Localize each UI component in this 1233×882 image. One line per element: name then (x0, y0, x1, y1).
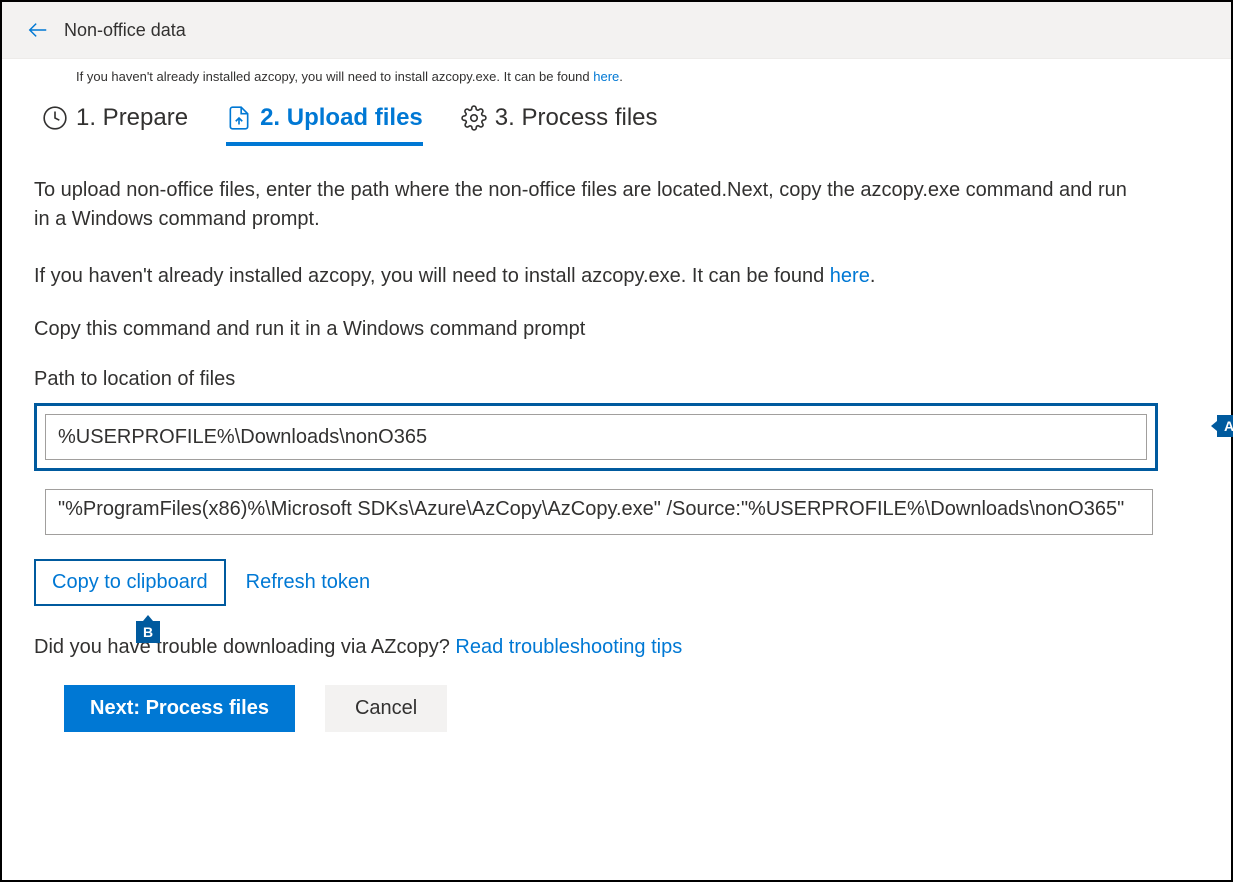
path-field-highlight (34, 403, 1158, 471)
wizard-footer: Next: Process files Cancel (34, 685, 1199, 732)
command-output[interactable]: "%ProgramFiles(x86)%\Microsoft SDKs\Azur… (45, 489, 1153, 535)
page-title: Non-office data (64, 20, 186, 41)
callout-a: A (1217, 415, 1233, 437)
tab-prepare[interactable]: 1. Prepare (42, 104, 188, 146)
trouble-before: Did you have trouble downloading via AZc… (34, 636, 455, 658)
copy-instruction: Copy this command and run it in a Window… (34, 315, 1199, 344)
cancel-button[interactable]: Cancel (325, 685, 447, 732)
path-label: Path to location of files (34, 368, 1199, 391)
path-field-wrap: A (34, 403, 1199, 471)
tab-prepare-label: 1. Prepare (76, 104, 188, 132)
path-input[interactable] (45, 414, 1147, 460)
troubleshoot-text: Did you have trouble downloading via AZc… (34, 636, 1199, 659)
wizard-tabs: 1. Prepare 2. Upload files 3. Process fi… (2, 92, 1231, 146)
callout-b: B (136, 621, 160, 643)
arrow-left-icon (27, 19, 49, 41)
banner-link[interactable]: here (593, 69, 619, 84)
banner-text-after: . (619, 69, 623, 84)
tab-upload[interactable]: 2. Upload files (226, 104, 423, 146)
install-text-after: . (870, 265, 876, 287)
install-text-before: If you haven't already installed azcopy,… (34, 265, 830, 287)
troubleshoot-link[interactable]: Read troubleshooting tips (455, 636, 682, 658)
page-header: Non-office data (2, 2, 1231, 59)
main-content: To upload non-office files, enter the pa… (2, 146, 1231, 732)
tab-upload-label: 2. Upload files (260, 104, 423, 132)
banner-text: If you haven't already installed azcopy,… (76, 69, 593, 84)
install-paragraph: If you haven't already installed azcopy,… (34, 262, 1199, 291)
back-button[interactable] (18, 10, 58, 50)
install-banner: If you haven't already installed azcopy,… (2, 59, 1231, 92)
next-button[interactable]: Next: Process files (64, 685, 295, 732)
refresh-token-button[interactable]: Refresh token (240, 570, 377, 595)
tab-process-label: 3. Process files (495, 104, 658, 132)
intro-text: To upload non-office files, enter the pa… (34, 176, 1134, 234)
copy-to-clipboard-button[interactable]: Copy to clipboard (34, 559, 226, 606)
action-row: Copy to clipboard Refresh token B (34, 559, 1199, 606)
gear-icon (461, 105, 487, 131)
install-link[interactable]: here (830, 265, 870, 287)
clock-icon (42, 105, 68, 131)
file-upload-icon (226, 105, 252, 131)
tab-process[interactable]: 3. Process files (461, 104, 658, 146)
